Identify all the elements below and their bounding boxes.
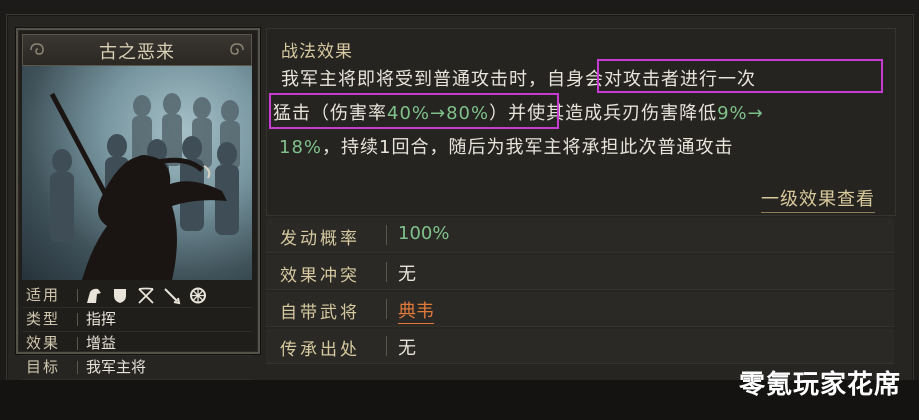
highlight-box	[597, 59, 883, 93]
prop-row-effect: 效果 增益	[22, 332, 252, 356]
skill-properties: 适用 类型 指挥 效果 增益 目标 我军主将	[22, 284, 252, 380]
effect-description: 我军主将即将受到普通攻击时，自身会对攻击者进行一次 猛击（伤害率40%→80%）…	[267, 59, 895, 195]
shield-icon	[110, 286, 130, 305]
prop-row-target: 目标 我军主将	[22, 356, 252, 380]
effect-panel: 战法效果 我军主将即将受到普通攻击时，自身会对攻击者进行一次 猛击（伤害率40%…	[266, 28, 896, 216]
info-value: 无	[398, 264, 416, 285]
wheel-icon	[188, 286, 208, 305]
highlight-box	[269, 93, 559, 129]
info-key: 发动概率	[280, 229, 360, 249]
troop-type-icons	[84, 286, 208, 305]
prop-value: 指挥	[86, 310, 117, 328]
effect-heading: 战法效果	[281, 42, 353, 62]
damage-reduction-value: 18%	[279, 137, 323, 158]
info-row-native-general: 自带武将 典韦	[266, 292, 894, 327]
skill-info-table: 发动概率 100% 效果冲突 无 自带武将 典韦 传承出处 无	[266, 218, 894, 366]
prop-row-type: 类型 指挥	[22, 308, 252, 332]
damage-reduction-value: 9%→	[717, 103, 764, 124]
prop-row-applicable: 适用	[22, 284, 252, 308]
prop-key: 类型	[26, 310, 61, 328]
prop-key: 效果	[26, 334, 61, 352]
info-value: 100%	[398, 223, 450, 244]
skill-artwork	[22, 66, 252, 280]
effect-text-segment: ，持续1回合，随后为我军主将承担此次普通攻击	[322, 137, 734, 158]
info-row-inherit-source: 传承出处 无	[266, 329, 894, 364]
info-row-conflict: 效果冲突 无	[266, 255, 894, 290]
effect-line-3: 18%，持续1回合，随后为我军主将承担此次普通攻击	[279, 133, 733, 159]
card-title-bar: 古之恶来	[22, 34, 252, 66]
watermark-text: 零氪玩家花席	[738, 370, 901, 400]
effect-text-segment: 我军主将即将受到普通攻击时，	[281, 69, 547, 90]
crossed-bows-icon	[136, 286, 156, 305]
general-name-link[interactable]: 典韦	[398, 297, 434, 324]
separator	[77, 361, 78, 374]
skill-card: 古之恶来 适用 类型 指挥 效果 增益 目标 我军主将	[16, 28, 260, 380]
skill-name: 古之恶来	[99, 42, 175, 63]
info-row-trigger-rate: 发动概率 100%	[266, 218, 894, 253]
info-key: 效果冲突	[280, 266, 360, 286]
prop-key: 适用	[26, 286, 61, 304]
separator	[386, 299, 387, 319]
separator	[386, 262, 387, 282]
separator	[77, 289, 78, 302]
separator	[77, 337, 78, 350]
level-one-effect-link[interactable]: 一级效果查看	[761, 185, 875, 213]
spear-icon	[162, 286, 182, 305]
info-key: 自带武将	[280, 303, 360, 323]
separator	[386, 225, 387, 245]
prop-value: 我军主将	[86, 358, 147, 376]
swirl-ornament-icon	[230, 43, 244, 55]
cavalry-icon	[84, 286, 104, 305]
prop-key: 目标	[26, 358, 61, 376]
separator	[77, 313, 78, 326]
separator	[386, 336, 387, 356]
info-value: 无	[398, 338, 416, 359]
prop-value: 增益	[86, 334, 117, 352]
info-key: 传承出处	[280, 340, 360, 360]
